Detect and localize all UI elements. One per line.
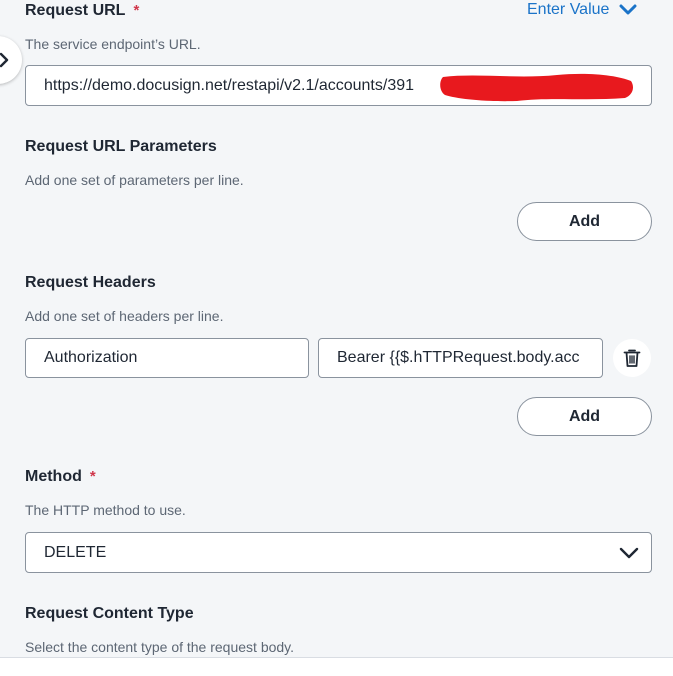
request-headers-title: Request Headers <box>25 274 156 291</box>
chevron-down-icon <box>619 547 639 558</box>
enter-value-toggle[interactable]: Enter Value <box>527 1 637 19</box>
add-header-button[interactable]: Add <box>517 397 652 436</box>
url-parameters-description: Add one set of parameters per line. <box>25 172 244 188</box>
method-select[interactable]: DELETE <box>25 532 652 573</box>
url-parameters-title: Request URL Parameters <box>25 138 217 155</box>
header-value-value: Bearer {{$.hTTPRequest.body.acc <box>337 349 580 366</box>
content-type-title: Request Content Type <box>25 605 194 622</box>
chevron-down-icon <box>619 4 637 15</box>
request-url-title: Request URL <box>25 2 126 19</box>
trash-icon <box>623 349 641 367</box>
required-marker: * <box>89 468 96 485</box>
request-url-heading: Request URL * <box>25 2 139 20</box>
method-title: Method <box>25 468 82 485</box>
method-description: The HTTP method to use. <box>25 502 186 518</box>
header-name-value: Authorization <box>44 349 138 366</box>
request-url-value: https://demo.docusign.net/restapi/v2.1/a… <box>44 76 415 94</box>
header-name-input[interactable]: Authorization <box>25 338 309 378</box>
request-url-description: The service endpoint’s URL. <box>25 36 201 52</box>
enter-value-label: Enter Value <box>527 1 610 18</box>
http-request-config-panel: Request URL * Enter Value The service end… <box>0 0 673 658</box>
delete-header-button[interactable] <box>613 339 651 377</box>
method-selected-value: DELETE <box>44 543 107 561</box>
panel-toggle-button[interactable] <box>0 36 22 84</box>
header-value-input[interactable]: Bearer {{$.hTTPRequest.body.acc <box>318 338 603 378</box>
chevron-right-icon <box>0 52 9 68</box>
required-marker: * <box>133 2 140 19</box>
method-heading: Method * <box>25 468 96 486</box>
add-url-parameter-button[interactable]: Add <box>517 202 652 241</box>
request-headers-description: Add one set of headers per line. <box>25 308 224 324</box>
redaction-mark <box>440 73 633 102</box>
content-type-description: Select the content type of the request b… <box>25 639 295 655</box>
